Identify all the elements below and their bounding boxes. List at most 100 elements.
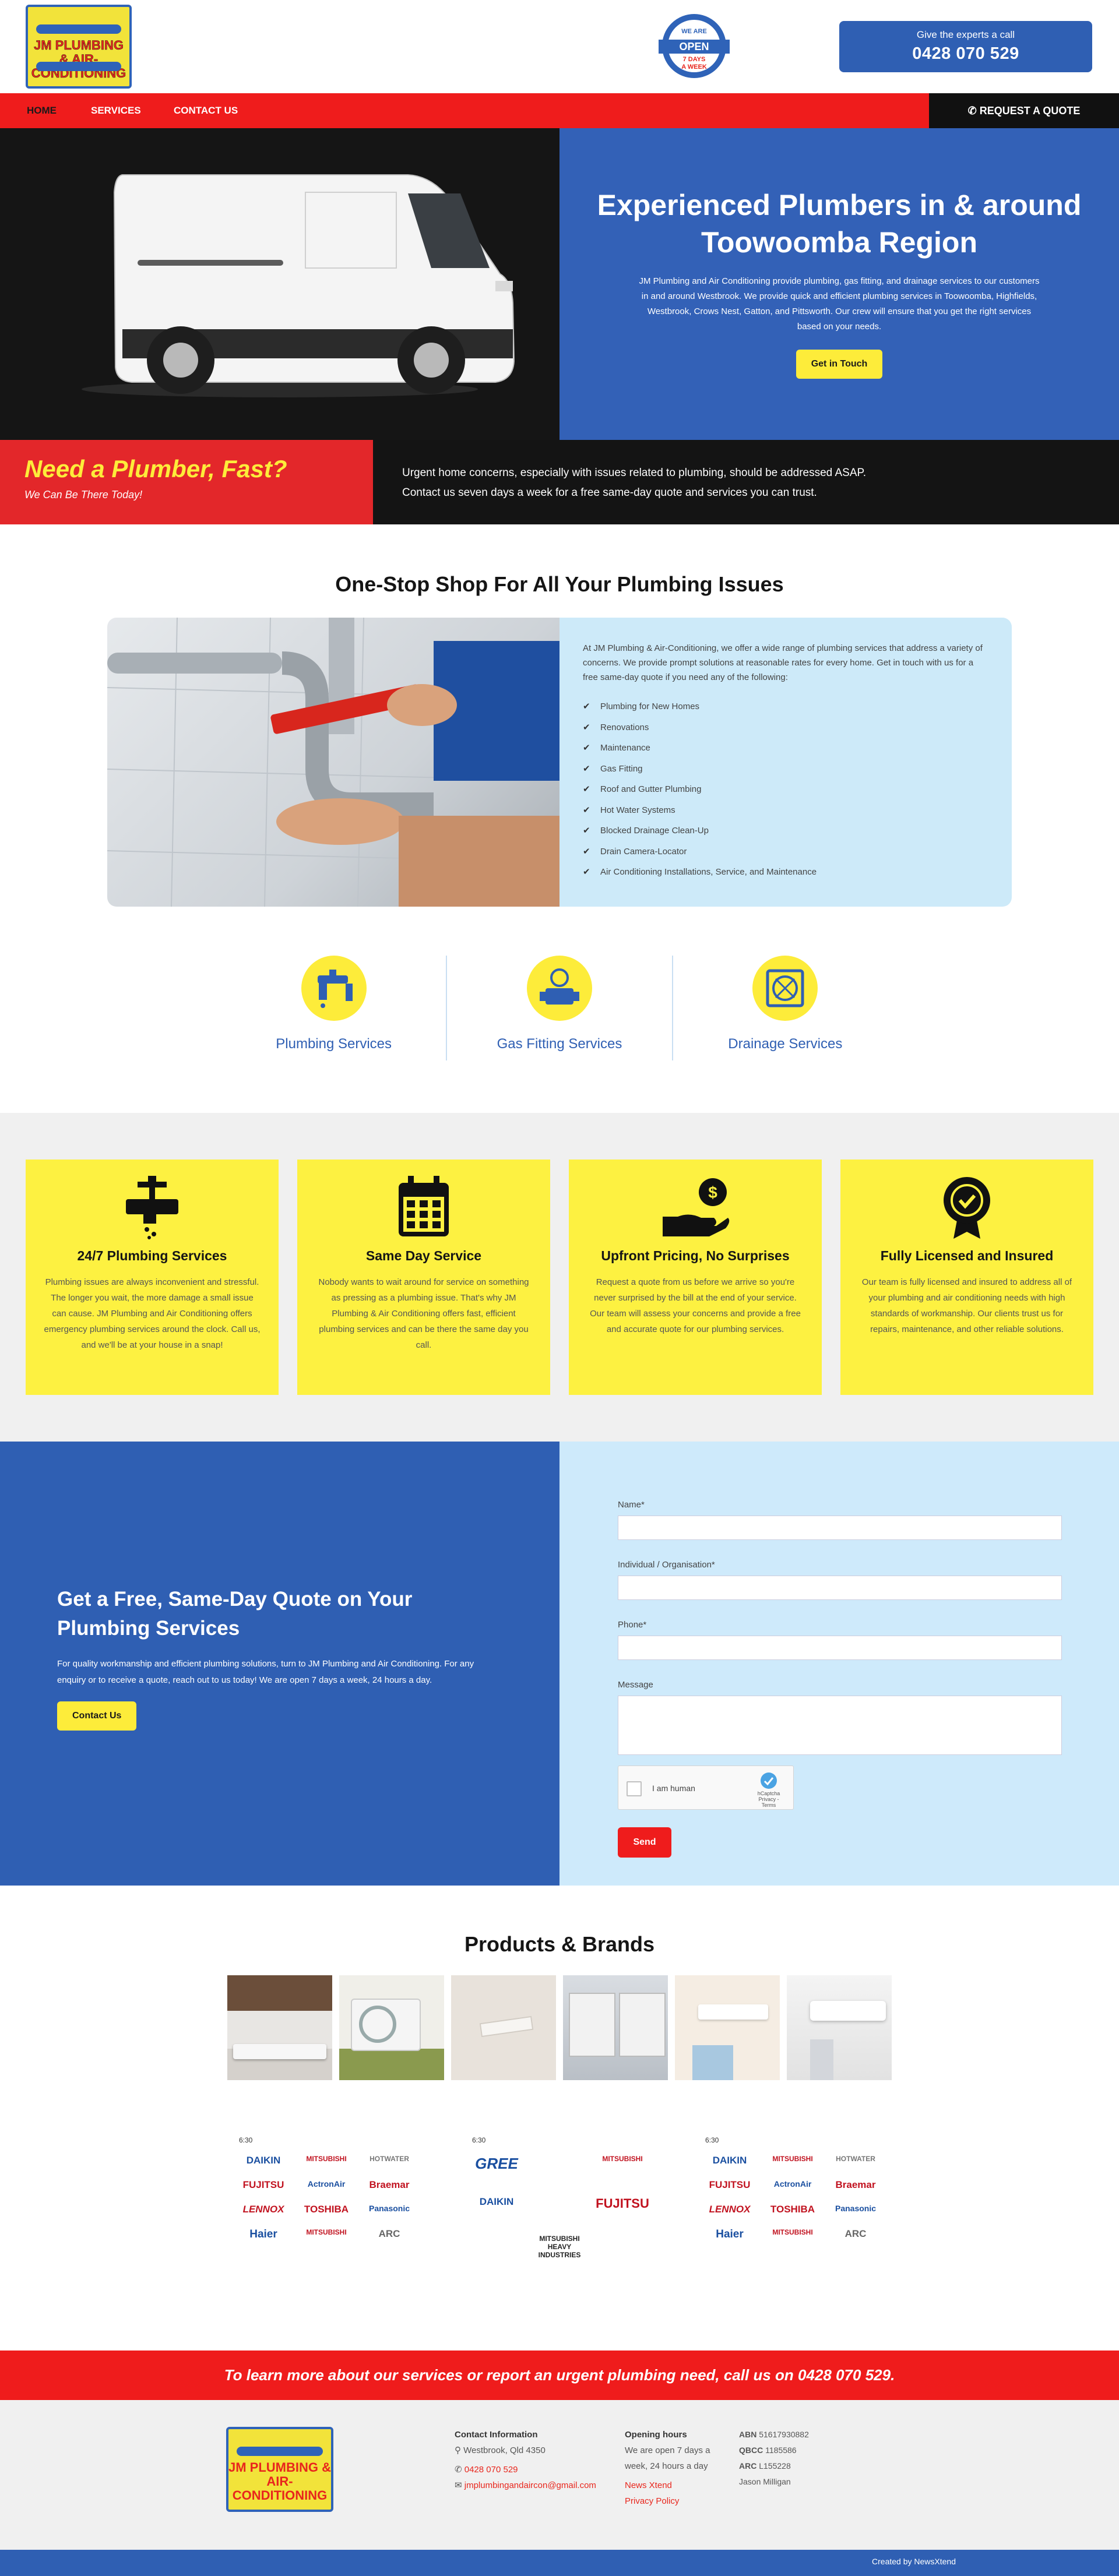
- status-time: 6:30: [705, 2136, 719, 2144]
- plumbing-services-link[interactable]: Plumbing Services: [221, 956, 448, 1060]
- brand-mitsubishi: MITSUBISHI: [772, 2155, 813, 2163]
- get-in-touch-button[interactable]: Get in Touch: [796, 350, 883, 379]
- feature-text: Plumbing issues are always inconvenient …: [44, 1277, 261, 1350]
- calendar-icon: [397, 1176, 450, 1240]
- brand-haier: Haier: [249, 2228, 277, 2240]
- worker-hand: [387, 684, 457, 726]
- list-item: Maintenance: [583, 738, 988, 759]
- brand-fujitsu: FUJITSU: [709, 2179, 751, 2190]
- request-quote-button[interactable]: ✆ REQUEST A QUOTE: [929, 93, 1119, 128]
- brand-hotwater: HOTWATER: [836, 2155, 875, 2163]
- need-plumber-subtitle: We Can Be There Today!: [24, 489, 143, 501]
- brand-empty: [528, 2155, 591, 2173]
- plumber-photo: [107, 618, 560, 907]
- pipe-trap: [281, 651, 434, 816]
- brand-arc: ARC: [844, 2228, 867, 2239]
- drainage-services-link[interactable]: Drainage Services: [673, 956, 898, 1060]
- footer-hours-title: Opening hours: [625, 2430, 687, 2440]
- product-image-ducted[interactable]: [451, 1975, 556, 2080]
- phone-field[interactable]: [618, 1636, 1062, 1660]
- nav-item-contact[interactable]: CONTACT US: [174, 93, 238, 128]
- captcha-brand: hCaptcha: [757, 1791, 780, 1796]
- open-7-days-badge: WE ARE OPEN 7 DAYS A WEEK: [659, 13, 730, 80]
- message-field[interactable]: [618, 1696, 1062, 1755]
- product-image-split-system[interactable]: [227, 1975, 332, 2080]
- name-field[interactable]: [618, 1516, 1062, 1540]
- need-line-2: Contact us seven days a week for a free …: [402, 487, 817, 499]
- footer-news-link[interactable]: News Xtend: [625, 2478, 727, 2493]
- ac-unit: [810, 2001, 886, 2021]
- logo-pipe: [36, 24, 121, 34]
- badge-week: A WEEK: [681, 64, 707, 71]
- nav-item-services[interactable]: SERVICES: [91, 93, 141, 128]
- feature-card: Fully Licensed and Insured Our team is f…: [840, 1160, 1093, 1395]
- brand-daikin: DAIKIN: [712, 2155, 747, 2166]
- plumbing-services-label: Plumbing Services: [276, 1036, 392, 1052]
- brand-mitsubishi: MITSUBISHI: [306, 2228, 347, 2236]
- badge-main-text: OPEN: [659, 40, 730, 54]
- svg-text:$: $: [708, 1183, 717, 1201]
- footer-privacy-link[interactable]: Privacy Policy: [625, 2493, 727, 2509]
- call-button[interactable]: Give the experts a call 0428 070 529: [839, 21, 1092, 72]
- product-image-wall-unit[interactable]: [787, 1975, 892, 2080]
- curtain: [692, 2045, 733, 2080]
- product-image-bedroom[interactable]: [675, 1975, 780, 2080]
- phone-icon: ✆: [967, 105, 980, 117]
- feature-title: Upfront Pricing, No Surprises: [601, 1248, 790, 1263]
- footer-abn: ABN 51617930882: [739, 2427, 809, 2443]
- footer-logo[interactable]: JM PLUMBING & AIR-CONDITIONING: [226, 2427, 333, 2512]
- brand-mitsubishi: MITSUBISHI: [602, 2155, 643, 2163]
- van-hubcap: [414, 343, 449, 378]
- captcha-widget: I am human hCaptcha Privacy - Terms: [618, 1766, 794, 1810]
- site-logo[interactable]: JM PLUMBING & AIR-CONDITIONING: [26, 5, 132, 89]
- van-rail: [138, 260, 283, 266]
- need-plumber-title: Need a Plumber, Fast?: [24, 455, 287, 482]
- brand-mitsubishi: MITSUBISHI: [306, 2155, 347, 2163]
- captcha-links[interactable]: Privacy - Terms: [752, 1796, 785, 1808]
- list-item: Blocked Drainage Clean-Up: [583, 820, 988, 841]
- brand-mitsubishi: MITSUBISHI: [772, 2228, 813, 2236]
- feature-title: Fully Licensed and Insured: [880, 1248, 1054, 1263]
- one-stop-title: One-Stop Shop For All Your Plumbing Issu…: [335, 572, 784, 596]
- hero-van-image: [0, 128, 560, 440]
- nav-item-home[interactable]: HOME: [27, 93, 57, 128]
- footer-phone[interactable]: ✆ 0428 070 529: [455, 2462, 596, 2478]
- send-button[interactable]: Send: [618, 1827, 671, 1858]
- feature-text: Nobody wants to wait around for service …: [318, 1277, 529, 1350]
- feature-text: Request a quote from us before we arrive…: [590, 1277, 801, 1334]
- qbcc-label: QBCC: [739, 2445, 763, 2455]
- worker-hand-lower: [276, 798, 404, 845]
- captcha-checkbox[interactable]: [627, 1781, 642, 1796]
- drainage-services-label: Drainage Services: [728, 1036, 843, 1052]
- brand-logo-grid: 6:30 GREE MITSUBISHI DAIKIN FUJITSU MITS…: [460, 2131, 659, 2271]
- brand-logos: 6:30 DAIKIN MITSUBISHI HOTWATER FUJITSU …: [227, 2131, 892, 2271]
- need-line-1: Urgent home concerns, especially with is…: [402, 467, 866, 479]
- status-time: 6:30: [239, 2136, 253, 2144]
- main-nav: HOME SERVICES CONTACT US ✆ REQUEST A QUO…: [0, 93, 1119, 128]
- outdoor-unit: [619, 1993, 666, 2057]
- pipe-horizontal: [107, 653, 282, 674]
- brand-arc: ARC: [378, 2228, 400, 2239]
- list-item: Drain Camera-Locator: [583, 841, 988, 862]
- badge-top-text: WE ARE: [681, 28, 707, 35]
- phone-icon: ✆: [455, 2465, 465, 2475]
- brand-panasonic: Panasonic: [835, 2204, 877, 2213]
- contact-us-button[interactable]: Contact Us: [57, 1701, 137, 1731]
- feature-card: $ Upfront Pricing, No Surprises Request …: [569, 1160, 822, 1395]
- list-item: Renovations: [583, 717, 988, 738]
- one-stop-text: At JM Plumbing & Air-Conditioning, we of…: [560, 618, 1012, 907]
- footer-email[interactable]: ✉ jmplumbingandaircon@gmail.com: [455, 2478, 596, 2493]
- brand-daikin: DAIKIN: [246, 2155, 281, 2166]
- footer-hours-text: We are open 7 days a week, 24 hours a da…: [625, 2445, 710, 2471]
- one-stop-card: At JM Plumbing & Air-Conditioning, we of…: [107, 618, 1012, 907]
- hero-description: JM Plumbing and Air Conditioning provide…: [639, 276, 1040, 332]
- gas-fitting-services-link[interactable]: Gas Fitting Services: [447, 956, 673, 1060]
- product-image-outdoor-unit[interactable]: [339, 1975, 444, 2080]
- organisation-field[interactable]: [618, 1576, 1062, 1600]
- footer-email-text: jmplumbingandaircon@gmail.com: [464, 2480, 596, 2490]
- footer-logo-text: JM PLUMBING & AIR-CONDITIONING: [228, 2460, 331, 2503]
- ac-unit: [233, 2044, 326, 2059]
- footer-contact: Contact Information ⚲ Westbrook, Qld 435…: [455, 2427, 596, 2493]
- product-image-multi-outdoor[interactable]: [563, 1975, 668, 2080]
- list-item: Hot Water Systems: [583, 800, 988, 821]
